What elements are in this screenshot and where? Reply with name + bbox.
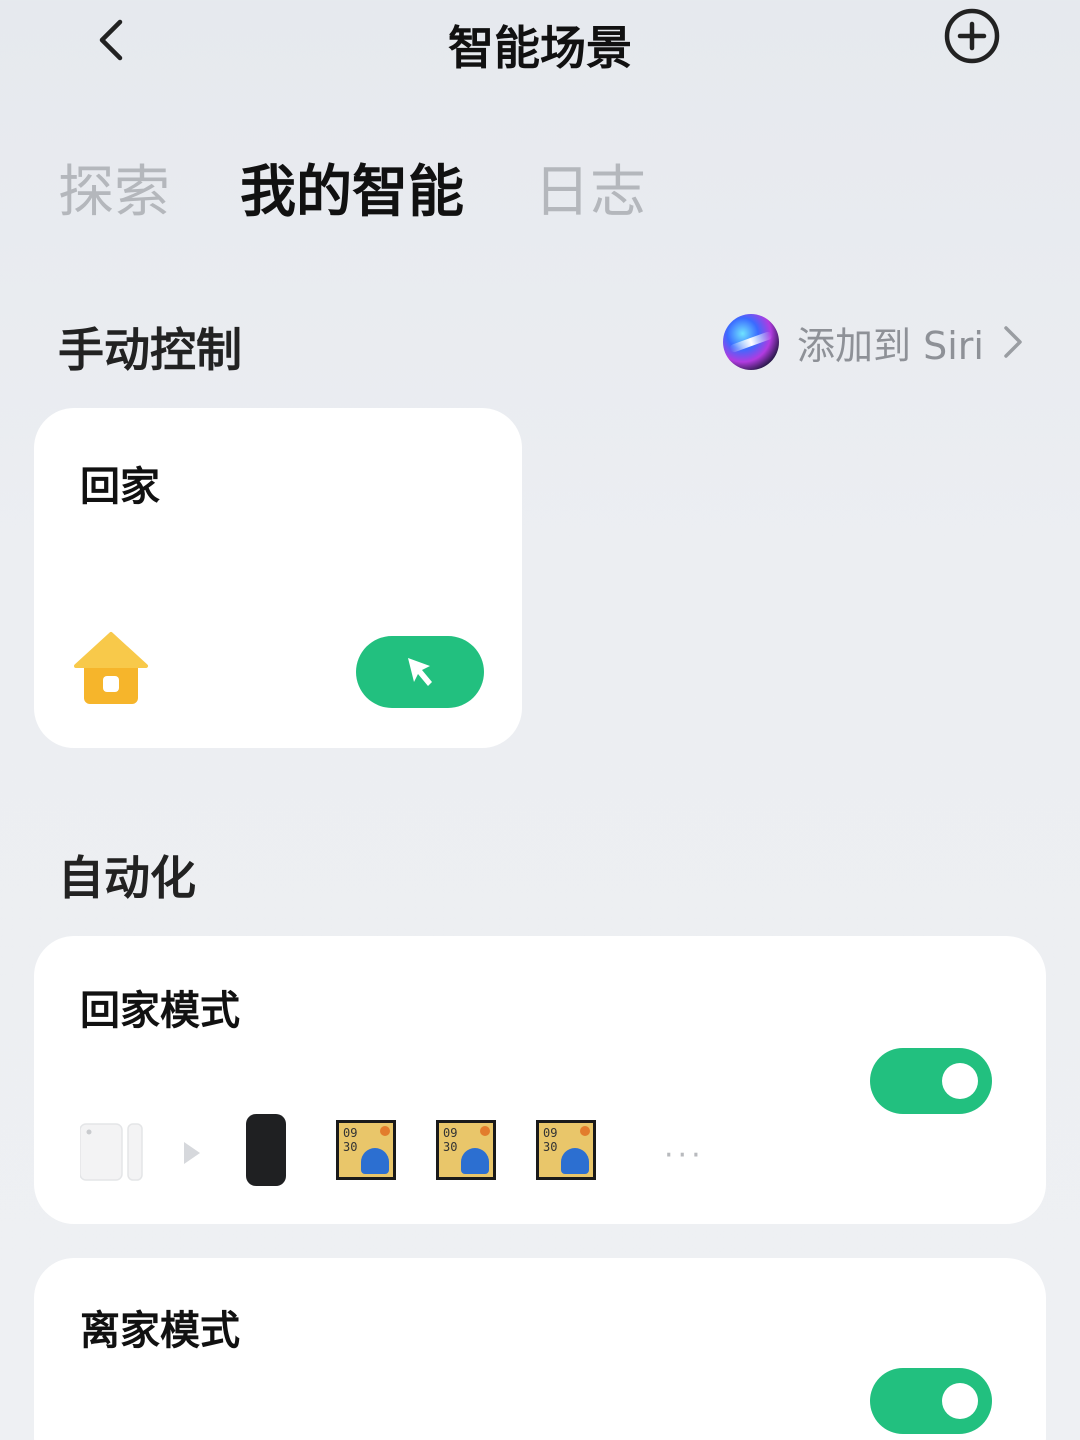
scene-title: 回家 — [80, 464, 160, 510]
door-sensor-icon — [80, 1123, 143, 1181]
automation-card-home-mode[interactable]: 回家模式 09 30 09 30 09 30 ··· — [34, 936, 1046, 1224]
add-circle-icon[interactable] — [942, 6, 1002, 66]
add-to-siri-label: 添加到 Siri — [797, 323, 984, 368]
sun-icon — [480, 1126, 490, 1136]
scene-card-go-home[interactable]: 回家 — [34, 408, 522, 748]
run-scene-button[interactable] — [356, 636, 484, 708]
automation-toggle[interactable] — [870, 1368, 992, 1434]
more-devices-indicator: ··· — [664, 1138, 705, 1173]
siri-icon — [723, 314, 780, 370]
tab-explore[interactable]: 探索 — [58, 158, 170, 228]
manual-control-heading: 手动控制 — [58, 323, 242, 377]
top-bar: 智能场景 — [0, 0, 1080, 90]
photo-frame-icon: 09 30 — [436, 1120, 496, 1180]
wave-icon — [561, 1148, 589, 1174]
device-list: 09 30 09 30 09 30 ··· — [80, 1114, 701, 1190]
automation-title: 离家模式 — [80, 1308, 240, 1354]
automation-title: 回家模式 — [80, 988, 240, 1034]
page-title: 智能场景 — [448, 21, 632, 75]
wave-icon — [361, 1148, 389, 1174]
photo-frame-icon: 09 30 — [536, 1120, 596, 1180]
speaker-icon — [246, 1114, 286, 1186]
sun-icon — [380, 1126, 390, 1136]
automation-toggle[interactable] — [870, 1048, 992, 1114]
wave-icon — [461, 1148, 489, 1174]
chevron-right-icon — [1004, 326, 1022, 358]
automation-card-away-mode[interactable]: 离家模式 — [34, 1258, 1046, 1440]
toggle-knob — [942, 1063, 978, 1099]
automation-heading: 自动化 — [58, 851, 196, 905]
sun-icon — [580, 1126, 590, 1136]
tab-my-smart[interactable]: 我的智能 — [240, 158, 464, 228]
tab-bar: 探索 我的智能 日志 — [58, 158, 716, 228]
tab-log[interactable]: 日志 — [534, 158, 646, 228]
toggle-knob — [942, 1383, 978, 1419]
cursor-tap-icon — [408, 658, 432, 686]
house-icon — [74, 632, 148, 704]
arrow-right-icon — [184, 1142, 200, 1164]
photo-frame-icon: 09 30 — [336, 1120, 396, 1180]
add-to-siri-link[interactable]: 添加到 Siri — [723, 314, 1026, 370]
